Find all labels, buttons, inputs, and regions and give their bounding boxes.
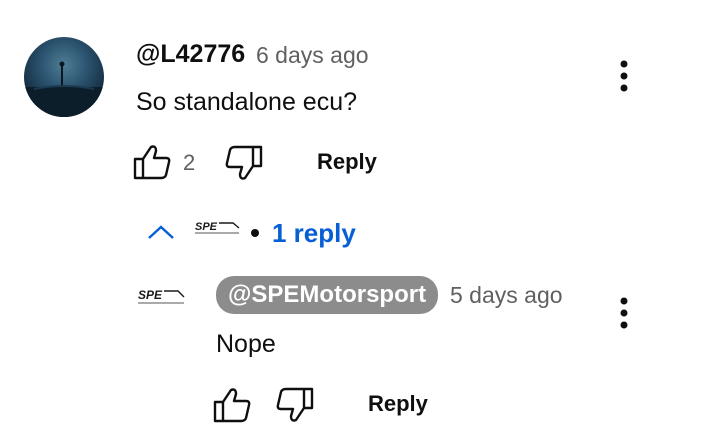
chevron-up-icon: [148, 225, 174, 239]
collapse-replies-button[interactable]: [146, 222, 176, 242]
svg-text:SPE: SPE: [138, 288, 163, 302]
thumbs-down-icon: [276, 387, 314, 422]
like-count: 2: [183, 150, 196, 175]
reply-author[interactable]: @SPEMotorsport: [228, 281, 426, 308]
dislike-button[interactable]: [224, 144, 264, 182]
reply-reply-button[interactable]: Reply: [368, 391, 428, 417]
reply-text: Nope: [216, 330, 276, 358]
commenter-avatar[interactable]: [24, 37, 104, 117]
thumbs-down-icon: [225, 145, 263, 180]
comment-reply-button[interactable]: Reply: [317, 149, 377, 175]
reply-time[interactable]: 5 days ago: [450, 282, 563, 309]
comment-menu-icon[interactable]: [614, 58, 634, 103]
reply-author-badge[interactable]: @SPEMotorsport: [216, 276, 439, 314]
replies-toggle-label[interactable]: 1 reply: [272, 218, 356, 249]
comment-time[interactable]: 6 days ago: [256, 42, 369, 69]
reply-like-button[interactable]: [212, 386, 252, 424]
spe-logo-small: SPE: [193, 219, 241, 242]
like-button[interactable]: [132, 143, 172, 181]
thumbs-up-icon: [213, 388, 251, 423]
separator-dot: [251, 229, 259, 237]
thumbs-up-icon: [133, 145, 171, 180]
reply-menu-icon[interactable]: [614, 295, 634, 340]
reply-avatar[interactable]: SPE: [136, 286, 186, 313]
comment-text: So standalone ecu?: [136, 88, 358, 116]
comment-author[interactable]: @L42776: [136, 40, 245, 69]
reply-dislike-button[interactable]: [275, 386, 315, 424]
svg-text:SPE: SPE: [195, 221, 218, 233]
